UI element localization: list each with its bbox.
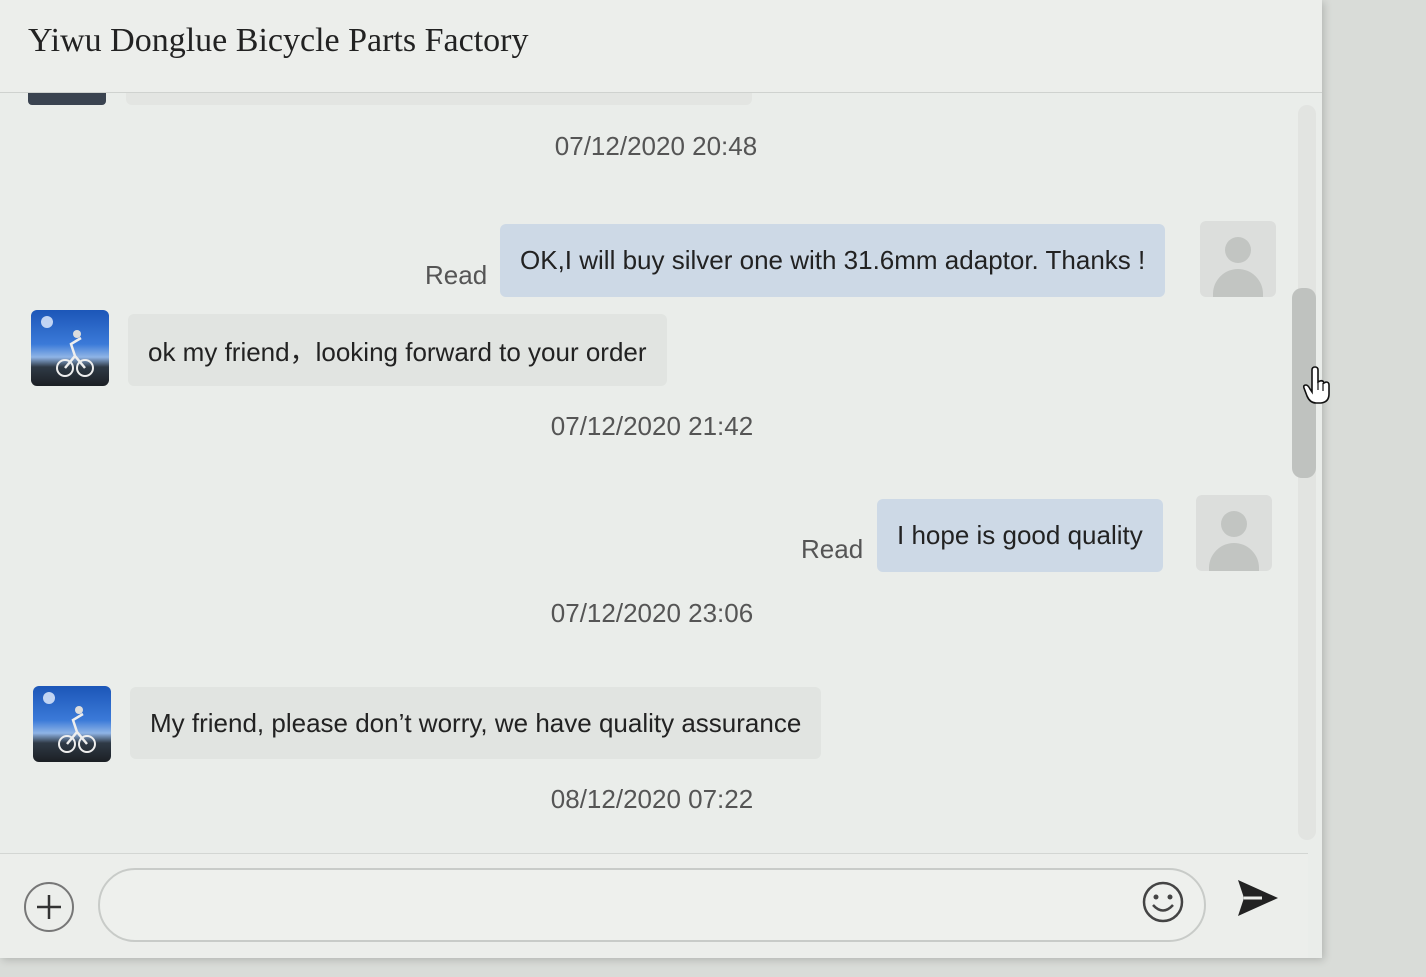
avatar [28, 93, 106, 105]
contact-avatar[interactable] [31, 310, 109, 386]
add-attachment-button[interactable] [24, 882, 74, 932]
contact-avatar[interactable] [33, 686, 111, 762]
user-avatar[interactable] [1196, 495, 1272, 571]
send-arrow-icon[interactable] [1236, 878, 1280, 918]
message-timestamp: 07/12/2020 21:42 [550, 411, 754, 441]
message-list[interactable]: 07/12/2020 20:48 Read OK,I will buy silv… [0, 93, 1292, 853]
hand-pointer-icon [1302, 366, 1330, 404]
chat-header: Yiwu Donglue Bicycle Parts Factory [0, 0, 1322, 93]
cyclist-photo-icon [41, 316, 94, 377]
read-status: Read [425, 260, 488, 290]
message-text: ok my friend，looking forward to your ord… [148, 336, 647, 367]
smiley-icon[interactable] [1141, 880, 1185, 924]
message-text: My friend, please don’t worry, we have q… [150, 707, 802, 738]
avatar-head-shape [1221, 511, 1247, 537]
cyclist-photo-icon [43, 692, 96, 753]
outgoing-message[interactable]: OK,I will buy silver one with 31.6mm ada… [500, 224, 1166, 297]
user-avatar[interactable] [1200, 221, 1276, 297]
avatar-body-shape [1213, 269, 1263, 297]
message-text: I hope is good quality [897, 520, 1143, 550]
avatar-head-shape [1225, 237, 1251, 263]
message-input[interactable] [98, 868, 1206, 942]
incoming-message[interactable]: ok my friend，looking forward to your ord… [128, 314, 667, 386]
message-timestamp: 07/12/2020 23:06 [550, 598, 754, 628]
plus-icon [37, 895, 61, 919]
message-text: OK,I will buy silver one with 31.6mm ada… [520, 245, 1146, 275]
outgoing-message[interactable]: I hope is good quality [877, 499, 1163, 572]
incoming-message[interactable]: My friend, please don’t worry, we have q… [130, 687, 822, 759]
message-composer [0, 853, 1308, 958]
chat-window: Yiwu Donglue Bicycle Parts Factory 07/12… [0, 0, 1322, 958]
message-bubble [126, 93, 752, 105]
message-timestamp: 08/12/2020 07:22 [550, 784, 754, 814]
read-status: Read [801, 534, 864, 564]
avatar-body-shape [1209, 543, 1259, 571]
chat-title: Yiwu Donglue Bicycle Parts Factory [28, 22, 529, 59]
message-timestamp: 07/12/2020 20:48 [554, 131, 758, 161]
